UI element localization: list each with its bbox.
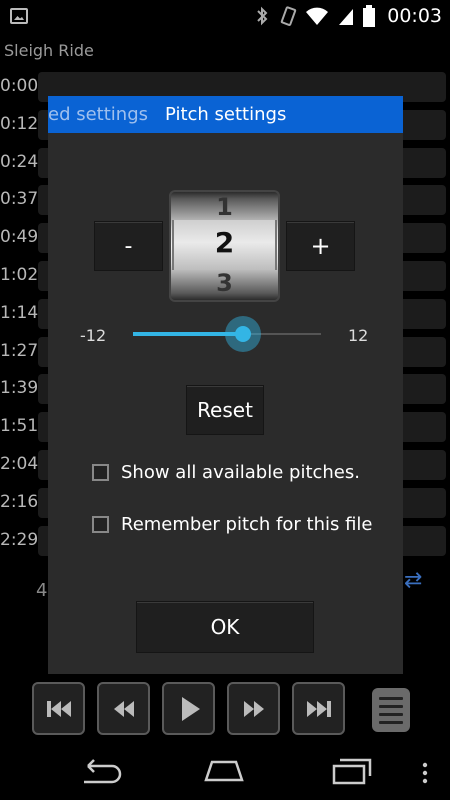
marker-time: 2:16: [0, 491, 39, 512]
signal-icon: [339, 9, 354, 25]
tab-speed-settings[interactable]: ed settings: [48, 104, 148, 125]
play-icon: [181, 696, 200, 721]
reset-button[interactable]: Reset: [186, 385, 264, 435]
rewind-icon: [113, 700, 134, 717]
transport-controls: [32, 682, 345, 735]
marker-time: 2:04: [0, 454, 39, 474]
home-icon[interactable]: [202, 756, 246, 786]
fast-forward-button[interactable]: [227, 682, 280, 735]
remember-pitch-checkbox[interactable]: [92, 516, 109, 533]
back-icon[interactable]: [78, 756, 122, 786]
loop-icon[interactable]: ⇄: [404, 568, 424, 596]
status-time: 00:03: [387, 5, 442, 27]
marker-time: 1:51: [0, 416, 39, 437]
show-all-pitches-checkbox[interactable]: [92, 464, 109, 481]
show-all-pitches-row[interactable]: Show all available pitches.: [92, 462, 360, 483]
battery-icon: [363, 5, 376, 27]
pitch-picker[interactable]: 1 2 3: [169, 190, 280, 302]
pitch-decrease-button[interactable]: -: [94, 221, 163, 271]
vibrate-icon: [281, 6, 297, 26]
dialog-tabs: ed settings Pitch settings: [48, 96, 403, 133]
marker-time: 0:00: [0, 76, 39, 96]
slider-thumb[interactable]: [224, 316, 261, 352]
marker-time: 1:27: [0, 340, 39, 361]
status-bar: 00:03: [0, 0, 450, 34]
rewind-button[interactable]: [97, 682, 150, 735]
recent-apps-icon[interactable]: [330, 756, 374, 786]
picker-value-above[interactable]: 1: [169, 193, 280, 221]
pitch-slider[interactable]: [133, 316, 321, 352]
skip-previous-button[interactable]: [32, 682, 85, 735]
show-all-pitches-label: Show all available pitches.: [121, 462, 360, 483]
fast-forward-icon: [243, 700, 264, 717]
marker-time: 1:39: [0, 378, 39, 399]
marker-time: 0:49: [0, 227, 39, 248]
menu-button[interactable]: [372, 688, 410, 732]
marker-time: 2:29: [0, 529, 39, 550]
pitch-settings-dialog: ed settings Pitch settings - 1 2 3 + -12…: [48, 96, 403, 674]
marker-time: 1:14: [0, 302, 39, 323]
skip-previous-icon: [46, 700, 71, 717]
tab-pitch-settings[interactable]: Pitch settings: [165, 104, 286, 125]
overflow-menu-icon[interactable]: [421, 762, 429, 784]
song-title: Sleigh Ride: [4, 41, 94, 60]
skip-next-icon: [306, 700, 331, 717]
bluetooth-icon: [257, 6, 268, 26]
marker-time: 0:37: [0, 189, 39, 210]
slider-min-label: -12: [80, 326, 107, 345]
marker-time: 0:24: [0, 151, 39, 172]
remember-pitch-row[interactable]: Remember pitch for this file: [92, 514, 373, 535]
position-label: 4: [36, 580, 48, 601]
ok-button[interactable]: OK: [136, 601, 314, 653]
marker-time: 0:12: [0, 113, 39, 134]
picker-value-selected[interactable]: 2: [169, 226, 280, 259]
play-button[interactable]: [162, 682, 215, 735]
image-icon: [10, 8, 28, 24]
navigation-bar: [0, 742, 450, 800]
pitch-increase-button[interactable]: +: [286, 221, 355, 271]
slider-max-label: 12: [348, 326, 369, 345]
remember-pitch-label: Remember pitch for this file: [121, 514, 373, 535]
marker-time: 1:02: [0, 265, 39, 285]
wifi-icon: [306, 7, 329, 25]
picker-value-below[interactable]: 3: [169, 269, 280, 297]
skip-next-button[interactable]: [292, 682, 345, 735]
